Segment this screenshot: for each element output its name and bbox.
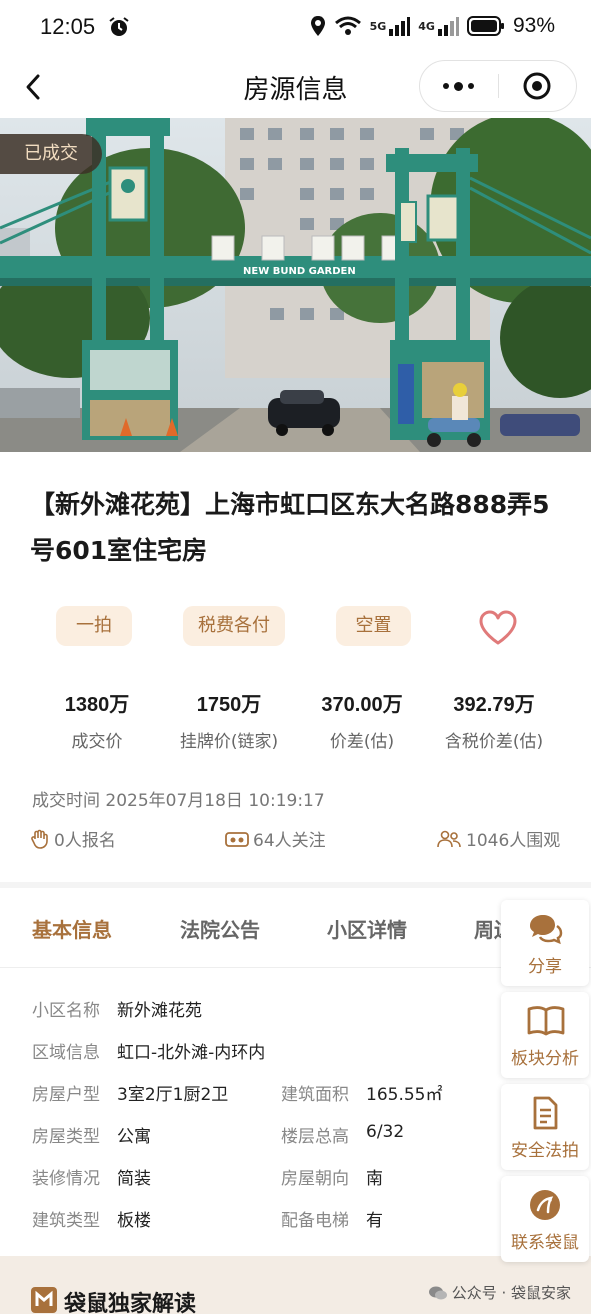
stat-value: 1380万 xyxy=(64,694,130,716)
mini-program-capsule xyxy=(419,60,577,112)
info-value: 3室2厅1厨2卫 xyxy=(117,1085,229,1105)
alarm-icon xyxy=(109,17,129,36)
network-5g-label: 5G xyxy=(369,19,387,33)
deal-time: 成交时间 2025年07月18日 10:19:17 xyxy=(32,791,325,811)
tag-vacant: 空置 xyxy=(336,606,411,646)
float-label: 分享 xyxy=(528,957,562,977)
viewer-counter: 1046人围观 xyxy=(436,826,560,851)
status-icons: 5G 4G 93% xyxy=(310,14,555,38)
network-4g-label: 4G xyxy=(418,19,435,33)
viewer-count: 1046人围观 xyxy=(466,831,561,851)
raised-hand-icon xyxy=(31,829,48,849)
signup-count: 0人报名 xyxy=(54,831,116,851)
battery-percent: 93% xyxy=(512,14,555,37)
battery-icon xyxy=(466,16,504,36)
document-icon xyxy=(533,1096,558,1130)
stat-label: 价差(估) xyxy=(329,732,395,752)
more-dot-icon xyxy=(454,81,464,91)
info-label: 装修情况 xyxy=(32,1169,100,1189)
location-icon xyxy=(310,16,325,36)
price-stats: 1380万 成交价 1750万 挂牌价(链家) 370.00万 价差(估) 39… xyxy=(0,688,591,752)
stat-value: 392.79万 xyxy=(453,694,535,716)
info-value: 有 xyxy=(366,1211,383,1231)
clock: 12:05 xyxy=(40,14,96,39)
people-group-icon xyxy=(437,830,461,847)
watermark-text: 公众号 · 袋鼠安家 xyxy=(451,1284,571,1302)
stat-price-gap-with-tax: 392.79万 含税价差(估) xyxy=(430,688,558,752)
vr-glasses-icon xyxy=(225,831,249,847)
info-label: 区域信息 xyxy=(32,1043,100,1063)
tag-auction-round: 一拍 xyxy=(56,606,132,646)
more-dot-icon xyxy=(468,83,475,89)
tab-community-details[interactable]: 小区详情 xyxy=(327,914,407,943)
status-bar: 12:05 5G 4G 93% xyxy=(0,0,591,56)
stat-label: 成交价 xyxy=(71,732,123,752)
info-value: 165.55㎡ xyxy=(366,1085,443,1105)
info-label: 建筑面积 xyxy=(281,1085,349,1105)
info-label: 房屋户型 xyxy=(32,1085,100,1105)
signup-counter: 0人报名 xyxy=(30,826,116,851)
stat-price-gap: 370.00万 价差(估) xyxy=(302,688,422,752)
stat-value: 1750万 xyxy=(196,694,262,716)
more-dot-icon xyxy=(443,83,450,89)
tag-list: 一拍 税费各付 空置 xyxy=(0,606,591,648)
float-label: 板块分析 xyxy=(511,1049,579,1069)
stat-label: 挂牌价(链家) xyxy=(179,732,279,752)
follower-counter: 64人关注 xyxy=(225,826,326,851)
wifi-icon xyxy=(334,16,361,35)
engagement-counters: 0人报名 64人关注 1046人围观 xyxy=(0,826,591,856)
info-value: 板楼 xyxy=(117,1211,151,1231)
sector-analysis-button[interactable]: 板块分析 xyxy=(501,992,589,1078)
info-value: 虹口-北外滩-内环内 xyxy=(117,1043,266,1063)
status-badge: 已成交 xyxy=(0,134,102,174)
target-close-icon xyxy=(523,72,551,100)
info-value: 公寓 xyxy=(117,1127,151,1147)
gate-sign-text: NEW BUND GARDEN xyxy=(243,266,356,277)
signal-5g-icon xyxy=(389,17,411,36)
watermark: 公众号 · 袋鼠安家 xyxy=(428,1282,571,1303)
tab-court-notice[interactable]: 法院公告 xyxy=(180,914,260,943)
stat-value: 370.00万 xyxy=(321,694,403,716)
info-label: 建筑类型 xyxy=(32,1211,100,1231)
info-value: 简装 xyxy=(117,1169,151,1189)
tag-tax-split: 税费各付 xyxy=(183,606,285,646)
nav-bar: 房源信息 xyxy=(0,56,591,118)
property-summary-card: 【新外滩花苑】上海市虹口区东大名路888弄5号601室住宅房 一拍 税费各付 空… xyxy=(0,452,591,882)
open-book-icon xyxy=(527,1006,565,1036)
chat-bubbles-icon xyxy=(530,915,563,945)
more-menu-button[interactable] xyxy=(420,61,498,111)
kangaroo-logo-icon xyxy=(31,1287,57,1313)
favorite-heart-icon[interactable] xyxy=(478,610,518,646)
wechat-icon xyxy=(428,1286,447,1299)
exclusive-analysis-section: 袋鼠独家解读 公众号 · 袋鼠安家 xyxy=(0,1256,591,1314)
info-value: 6/32 xyxy=(366,1122,405,1142)
kangaroo-avatar-icon xyxy=(530,1190,560,1220)
info-label: 小区名称 xyxy=(32,1001,100,1021)
float-label: 联系袋鼠 xyxy=(511,1233,579,1253)
stat-deal-price: 1380万 成交价 xyxy=(37,688,157,752)
info-label: 楼层总高 xyxy=(281,1127,349,1147)
info-label: 配备电梯 xyxy=(281,1211,349,1231)
float-label: 安全法拍 xyxy=(511,1141,579,1161)
info-label: 房屋类型 xyxy=(32,1127,100,1147)
share-button[interactable]: 分享 xyxy=(501,900,589,986)
follower-count: 64人关注 xyxy=(253,831,326,851)
stat-label: 含税价差(估) xyxy=(444,732,544,752)
back-arrow-icon[interactable] xyxy=(20,70,50,104)
info-value: 新外滩花苑 xyxy=(117,1001,202,1021)
safe-auction-button[interactable]: 安全法拍 xyxy=(501,1084,589,1170)
section-heading: 袋鼠独家解读 xyxy=(64,1292,197,1314)
close-mini-program-button[interactable] xyxy=(499,61,577,111)
tab-basic-info[interactable]: 基本信息 xyxy=(32,914,112,943)
info-label: 房屋朝向 xyxy=(281,1169,349,1189)
property-title: 【新外滩花苑】上海市虹口区东大名路888弄5号601室住宅房 xyxy=(30,490,550,565)
contact-kangaroo-button[interactable]: 联系袋鼠 xyxy=(501,1176,589,1262)
info-value: 南 xyxy=(366,1169,383,1189)
signal-4g-icon xyxy=(437,17,459,36)
stat-listing-price: 1750万 挂牌价(链家) xyxy=(166,688,292,752)
